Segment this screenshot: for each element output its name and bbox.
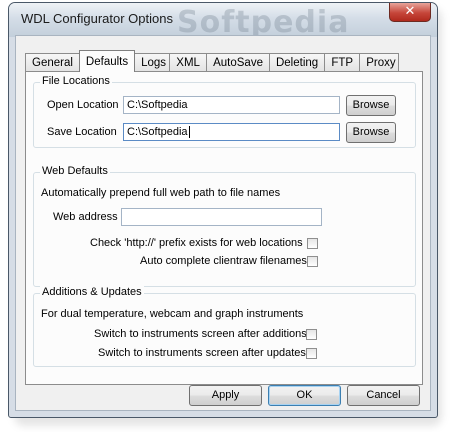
web-address-field[interactable] [121, 208, 322, 226]
dialog-client: General Defaults Logs XML AutoSave Delet… [15, 35, 431, 411]
auto-complete-checkbox[interactable] [307, 256, 318, 267]
additions-updates-title: Additions & Updates [40, 286, 144, 298]
defaults-panel: File Locations Open Location C:\Softpedi… [25, 71, 423, 385]
check-http-checkbox[interactable] [307, 238, 318, 249]
after-updates-label: Switch to instruments screen after updat… [98, 347, 306, 359]
web-defaults-description: Automatically prepend full web path to f… [41, 187, 281, 199]
file-locations-title: File Locations [40, 75, 112, 87]
save-location-value: C:\Softpedia [127, 126, 188, 138]
apply-button[interactable]: Apply [189, 385, 262, 406]
tab-defaults[interactable]: Defaults [78, 50, 136, 72]
additions-updates-group: Additions & Updates For dual temperature… [33, 286, 416, 367]
auto-complete-label: Auto complete clientraw filenames [140, 255, 307, 267]
open-location-field[interactable]: C:\Softpedia [123, 96, 340, 114]
tab-general[interactable]: General [25, 53, 80, 72]
file-locations-group: File Locations Open Location C:\Softpedi… [33, 75, 416, 148]
open-location-label: Open Location [47, 99, 119, 111]
ok-button[interactable]: OK [268, 385, 341, 406]
options-dialog: WDL Configurator Options Softpedia ✕ Gen… [8, 2, 438, 418]
open-browse-button[interactable]: Browse [346, 95, 396, 116]
tab-ftp[interactable]: FTP [324, 53, 361, 72]
tab-proxy[interactable]: Proxy [359, 53, 400, 72]
after-additions-checkbox[interactable] [306, 329, 317, 340]
web-defaults-title: Web Defaults [40, 165, 110, 177]
window-title: WDL Configurator Options [21, 11, 173, 26]
title-bar[interactable]: WDL Configurator Options Softpedia ✕ [9, 3, 437, 40]
after-additions-label: Switch to instruments screen after addit… [94, 328, 307, 340]
tab-strip: General Defaults Logs XML AutoSave Delet… [25, 50, 400, 72]
web-defaults-group: Web Defaults Automatically prepend full … [33, 165, 416, 287]
save-location-field[interactable]: C:\Softpedia [123, 123, 340, 141]
web-address-label: Web address [53, 211, 118, 223]
save-location-label: Save Location [47, 126, 117, 138]
additions-description: For dual temperature, webcam and graph i… [41, 308, 304, 320]
tab-autosave[interactable]: AutoSave [206, 53, 270, 72]
check-http-label: Check 'http://' prefix exists for web lo… [90, 237, 303, 249]
tab-deleting[interactable]: Deleting [268, 53, 326, 72]
tab-logs[interactable]: Logs [134, 53, 171, 72]
save-browse-button[interactable]: Browse [346, 122, 396, 143]
close-button[interactable]: ✕ [389, 3, 431, 22]
tab-xml[interactable]: XML [169, 53, 208, 72]
after-updates-checkbox[interactable] [306, 348, 317, 359]
close-icon: ✕ [404, 4, 416, 19]
cancel-button[interactable]: Cancel [347, 385, 420, 406]
text-caret [188, 126, 190, 139]
